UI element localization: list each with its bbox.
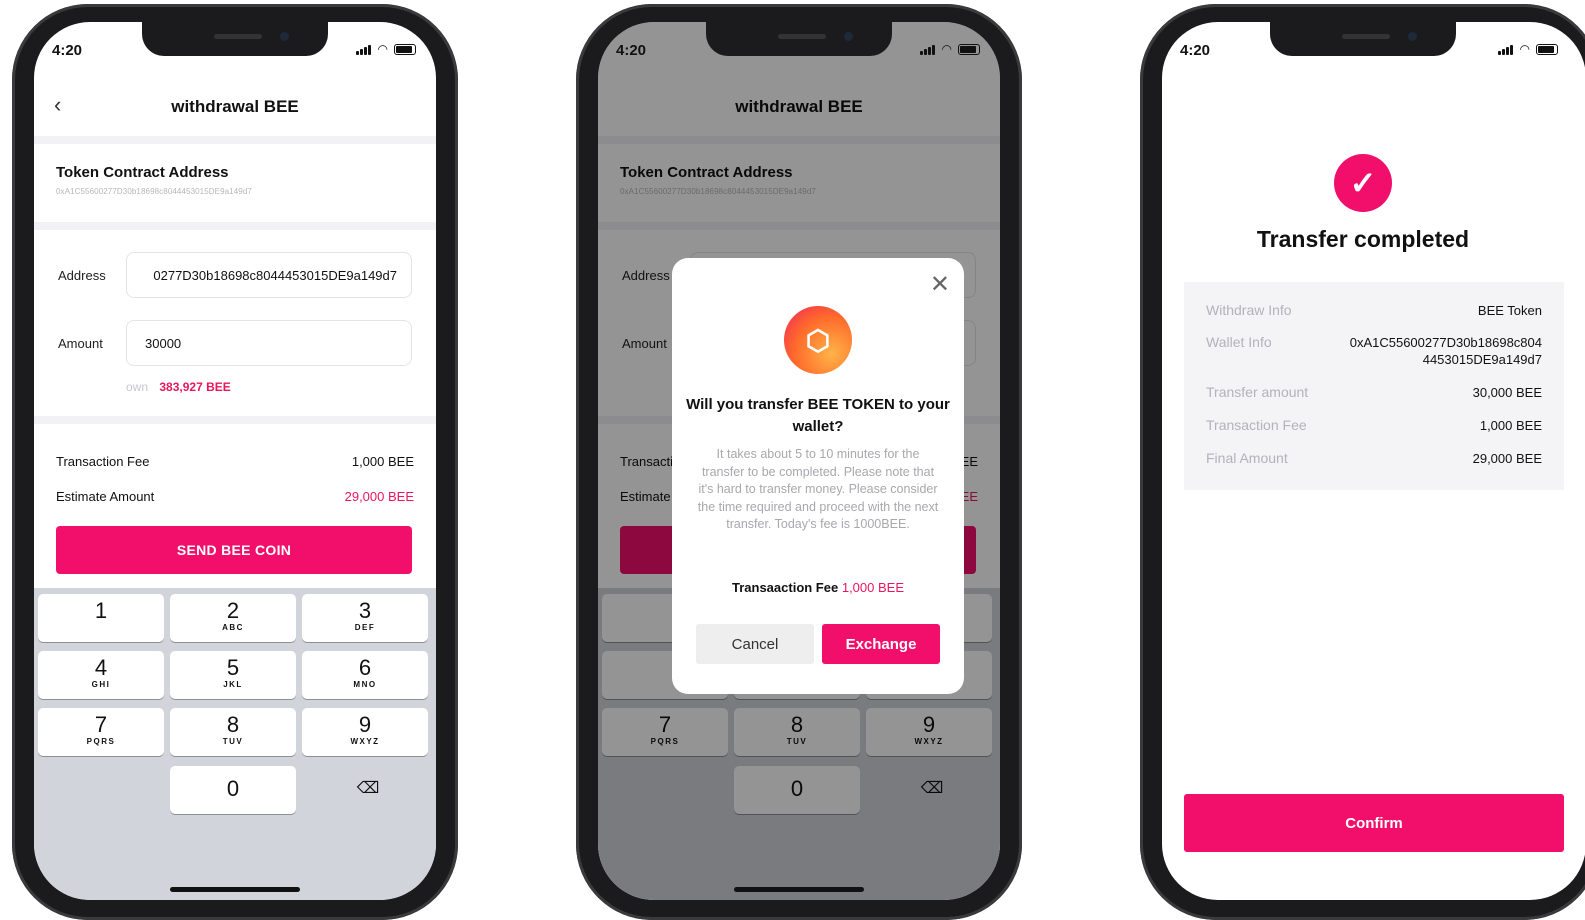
wifi-icon: ◠ — [941, 42, 952, 56]
key-3[interactable]: 3 DEF — [302, 594, 428, 642]
key-7[interactable]: 7 PQRS — [38, 708, 164, 756]
summary-row: Transfer amount 30,000 BEE — [1206, 384, 1542, 400]
transfer-summary: Withdraw Info BEE Token Wallet Info 0xA1… — [1184, 282, 1564, 490]
signal-icon — [1497, 44, 1514, 55]
address-label: Address — [58, 268, 106, 283]
key-0[interactable]: 0 — [170, 766, 296, 814]
dialog-fee-value: 1,000 BEE — [841, 580, 904, 595]
numeric-keypad: 1 2 ABC 3 DEF 4 GHI 5 JKL 6 MNO 7 PQRS 8 TUV 9W… — [34, 588, 436, 900]
contract-label: Token Contract Address — [56, 164, 229, 181]
estimate-row: Estimate Amount 29,000 BEE — [56, 489, 414, 504]
key-9[interactable]: 9 WXYZ — [302, 708, 428, 756]
fee-row: Transaction Fee 1,000 BEE — [56, 454, 414, 469]
send-bee-coin-button[interactable]: SEND BEE COIN — [56, 526, 412, 574]
notch — [1270, 22, 1456, 56]
summary-row: Withdraw Info BEE Token — [1206, 302, 1542, 318]
status-time: 4:20 — [52, 42, 83, 59]
amount-field[interactable]: 30000 — [126, 320, 412, 366]
brand-logo-icon: ⬡ — [784, 306, 852, 374]
home-indicator — [734, 887, 864, 892]
notch — [142, 22, 328, 56]
exchange-button[interactable]: Exchange — [822, 624, 940, 664]
contract-info: Token Contract Address 0xA1C55600277D30b… — [56, 164, 252, 196]
summary-row: Wallet Info 0xA1C55600277D30b18698c804 4… — [1206, 334, 1542, 367]
checkmark-icon: ✓ — [1334, 154, 1392, 212]
divider — [34, 416, 436, 424]
own-balance: own 383,927 BEE — [126, 380, 231, 394]
battery-icon — [958, 44, 980, 55]
battery-icon — [1536, 44, 1558, 55]
signal-icon — [355, 44, 372, 55]
amount-value: 30000 — [145, 335, 182, 351]
wifi-icon: ◠ — [1519, 42, 1530, 56]
divider — [34, 222, 436, 230]
own-value: 383,927 BEE — [159, 380, 231, 394]
backspace-icon[interactable]: ⌫ — [354, 778, 382, 798]
status-time: 4:20 — [616, 42, 647, 59]
fee-value: 1,000 BEE — [351, 454, 414, 469]
transfer-confirm-dialog: ✕ ⬡ Will you transfer BEE TOKEN to your … — [672, 258, 964, 694]
dialog-question: Will you transfer BEE TOKEN to your wall… — [686, 396, 950, 435]
dialog-fee: Transaaction Fee 1,000 BEE — [672, 580, 964, 595]
estimate-value: 29,000 BEE — [344, 489, 414, 504]
phone-confirm-modal: 4:20 ◠ withdrawal BEE Token Contract Add… — [576, 4, 1022, 920]
key-5[interactable]: 5 JKL — [170, 651, 296, 699]
address-value: 0277D30b18698c8044453015DE9a149d7 — [153, 267, 397, 283]
contract-value: 0xA1C55600277D30b18698c8044453015DE9a149… — [56, 187, 252, 196]
close-icon[interactable]: ✕ — [930, 270, 950, 299]
summary-row: Transaction Fee 1,000 BEE — [1206, 417, 1542, 433]
screen-withdrawal: 4:20 ◠ ‹ withdrawal BEE Token Contract A… — [34, 22, 436, 900]
own-label: own — [126, 380, 149, 394]
screen-transfer-completed: 4:20 ◠ ✓ Transfer completed Withdraw Inf… — [1162, 22, 1585, 900]
dialog-description: It takes about 5 to 10 minutes for the t… — [697, 447, 939, 531]
address-field[interactable]: 0277D30b18698c8044453015DE9a149d7 — [126, 252, 412, 298]
home-indicator — [170, 887, 300, 892]
screen-confirm-modal: 4:20 ◠ withdrawal BEE Token Contract Add… — [598, 22, 1000, 900]
notch — [706, 22, 892, 56]
fee-label: Transaction Fee — [56, 454, 150, 469]
signal-icon — [919, 44, 936, 55]
battery-icon — [394, 44, 416, 55]
phone-withdrawal: 4:20 ◠ ‹ withdrawal BEE Token Contract A… — [12, 4, 458, 920]
key-2[interactable]: 2 ABC — [170, 594, 296, 642]
wifi-icon: ◠ — [377, 42, 388, 56]
status-time: 4:20 — [1180, 42, 1211, 59]
confirm-button[interactable]: Confirm — [1184, 794, 1564, 852]
cancel-button[interactable]: Cancel — [696, 624, 814, 664]
key-4[interactable]: 4 GHI — [38, 651, 164, 699]
estimate-label: Estimate Amount — [56, 489, 155, 504]
page-title: withdrawal BEE — [171, 97, 299, 116]
key-6[interactable]: 6 MNO — [302, 651, 428, 699]
key-1[interactable]: 1 — [38, 594, 164, 642]
summary-row: Final Amount 29,000 BEE — [1206, 450, 1542, 466]
key-8[interactable]: 8 TUV — [170, 708, 296, 756]
divider — [34, 136, 436, 144]
amount-label: Amount — [58, 336, 103, 351]
completed-title: Transfer completed — [1256, 226, 1470, 252]
dialog-fee-label: Transaaction Fee — [732, 580, 839, 595]
phone-transfer-completed: 4:20 ◠ ✓ Transfer completed Withdraw Inf… — [1140, 4, 1585, 920]
